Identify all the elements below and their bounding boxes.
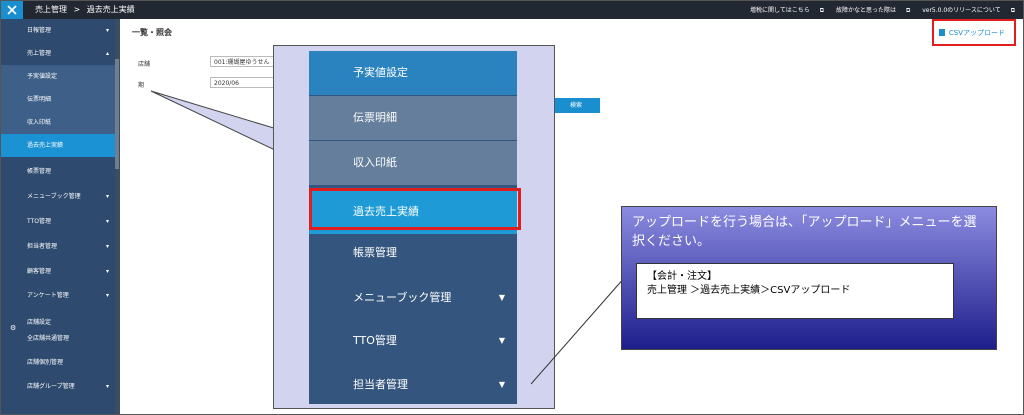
navigation-path: 売上管理 ＞過去売上実績＞CSVアップロード: [647, 285, 851, 296]
app-window: 売上管理 > 過去売上実績 増税に関してはこちら ⧉ 故障かなと思った際は ⧉ ve…: [0, 0, 1024, 415]
navigation-path-category: 【会計・注文】: [647, 271, 717, 282]
instruction-note: アップロードを行う場合は、「アップロード」メニューを選択ください。 【会計・注文…: [621, 206, 997, 350]
instruction-text: アップロードを行う場合は、「アップロード」メニューを選択ください。: [632, 215, 977, 249]
navigation-path-box: 【会計・注文】 売上管理 ＞過去売上実績＞CSVアップロード: [636, 263, 954, 319]
